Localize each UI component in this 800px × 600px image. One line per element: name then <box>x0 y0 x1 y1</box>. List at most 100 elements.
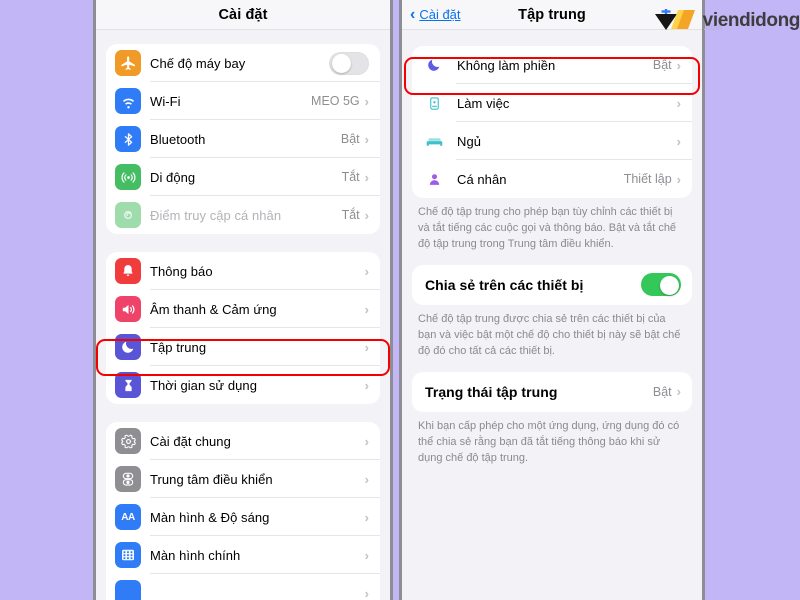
person-icon <box>425 170 443 188</box>
sidebar-item-screen-time[interactable]: Thời gian sử dụng › <box>106 366 380 404</box>
toggle-knob <box>659 275 679 295</box>
airplane-mode-toggle[interactable] <box>329 51 369 75</box>
chevron-right-icon: › <box>364 131 369 147</box>
sidebar-item-hotspot[interactable]: Điểm truy cập cá nhân Tắt › <box>106 196 380 234</box>
sidebar-item-label: Trung tâm điều khiển <box>150 471 273 487</box>
settings-group-general: Cài đặt chung › Trung tâm điều khiển › A… <box>106 422 380 600</box>
chevron-right-icon: › <box>364 301 369 317</box>
sidebar-item-label: Tập trung <box>150 339 207 355</box>
focus-note-3: Khi bạn cấp phép cho một ứng dụng, ứng d… <box>418 419 680 464</box>
sidebar-item-label: Di động <box>150 169 196 185</box>
sidebar-item-general[interactable]: Cài đặt chung › <box>106 422 380 460</box>
hotspot-value: Tắt <box>341 208 360 222</box>
work-badge-icon <box>425 94 443 112</box>
chevron-right-icon: › <box>364 169 369 185</box>
sidebar-item-label: Điểm truy cập cá nhân <box>150 207 282 223</box>
back-button[interactable]: ‹ Cài đặt <box>410 5 461 23</box>
left-nav-title: Cài đặt <box>218 6 268 23</box>
left-settings-list[interactable]: Chế độ máy bay Wi-Fi MEO 5G › Bluetooth … <box>96 44 390 600</box>
chevron-right-icon: › <box>364 471 369 487</box>
focus-item-label: Cá nhân <box>457 171 507 187</box>
watermark-brand: viendidong .com <box>703 11 800 32</box>
share-across-devices-group: Chia sẻ trên các thiết bị <box>412 264 692 305</box>
focus-status-group: Trạng thái tập trung Bật › <box>412 371 692 412</box>
focus-status-row[interactable]: Trạng thái tập trung Bật › <box>412 372 692 412</box>
cellular-icon <box>115 164 141 190</box>
sidebar-item-label: Chế độ máy bay <box>150 55 246 71</box>
chevron-left-icon: ‹ <box>410 5 416 23</box>
viendidong-logo-icon <box>652 3 700 37</box>
sidebar-item-sounds-haptics[interactable]: Âm thanh & Cảm ứng › <box>106 290 380 328</box>
focus-item-value: Thiết lập <box>623 172 672 186</box>
watermark-logo: viendidong .com <box>652 0 800 40</box>
screenshot-root: Cài đặt Chế độ máy bay Wi-Fi MEO 5G › Bl… <box>0 0 800 600</box>
display-brightness-icon: AA <box>115 504 141 530</box>
focus-settings-list[interactable]: Không làm phiền Bật › Làm việc › Ngủ › C… <box>402 46 702 468</box>
sidebar-item-control-center[interactable]: Trung tâm điều khiển › <box>106 460 380 498</box>
chevron-right-icon: › <box>364 433 369 449</box>
moon-icon <box>425 56 443 74</box>
sidebar-item-wifi[interactable]: Wi-Fi MEO 5G › <box>106 82 380 120</box>
share-across-devices-row[interactable]: Chia sẻ trên các thiết bị <box>412 265 692 305</box>
chevron-right-icon: › <box>364 207 369 223</box>
hourglass-icon <box>115 372 141 398</box>
hotspot-icon <box>115 202 141 228</box>
focus-item-personal[interactable]: Cá nhân Thiết lập › <box>412 160 692 198</box>
watermark-suffix: .com <box>703 22 723 32</box>
share-across-devices-toggle[interactable] <box>641 273 681 297</box>
chevron-right-icon: › <box>364 339 369 355</box>
back-button-label: Cài đặt <box>419 7 461 22</box>
right-phone-focus-screen: ‹ Cài đặt Tập trung Không làm phiền Bật … <box>399 0 705 600</box>
focus-item-work[interactable]: Làm việc › <box>412 84 692 122</box>
sidebar-item-label: Bluetooth <box>150 131 206 147</box>
sidebar-item-notifications[interactable]: Thông báo › <box>106 252 380 290</box>
bluetooth-value: Bật <box>340 132 360 146</box>
sidebar-item-partial-bottom[interactable]: › <box>106 574 380 600</box>
left-navbar: Cài đặt <box>96 0 390 30</box>
chevron-right-icon: › <box>364 585 369 600</box>
share-across-devices-label: Chia sẻ trên các thiết bị <box>425 276 584 293</box>
notification-bell-icon <box>115 258 141 284</box>
settings-group-connectivity: Chế độ máy bay Wi-Fi MEO 5G › Bluetooth … <box>106 44 380 234</box>
right-nav-title: Tập trung <box>518 6 586 23</box>
chevron-right-icon: › <box>676 171 681 187</box>
chevron-right-icon: › <box>364 377 369 393</box>
focus-item-label: Làm việc <box>457 95 510 111</box>
focus-moon-icon <box>115 334 141 360</box>
chevron-right-icon: › <box>364 93 369 109</box>
focus-item-value: Bật <box>652 58 672 72</box>
bed-icon <box>425 132 443 150</box>
gear-icon <box>115 428 141 454</box>
chevron-right-icon: › <box>676 384 681 400</box>
focus-item-label: Không làm phiền <box>457 57 556 73</box>
chevron-right-icon: › <box>676 95 681 111</box>
sidebar-item-label: Thông báo <box>150 263 213 279</box>
sidebar-item-cellular[interactable]: Di động Tắt › <box>106 158 380 196</box>
chevron-right-icon: › <box>364 263 369 279</box>
sidebar-item-label: Âm thanh & Cảm ứng <box>150 301 277 317</box>
chevron-right-icon: › <box>364 547 369 563</box>
focus-item-sleep[interactable]: Ngủ › <box>412 122 692 160</box>
sidebar-item-label: Màn hình chính <box>150 547 241 563</box>
toggle-knob <box>331 54 351 73</box>
wifi-value: MEO 5G <box>311 94 360 108</box>
sidebar-item-label: Cài đặt chung <box>150 433 231 449</box>
sidebar-item-display-brightness[interactable]: AA Màn hình & Độ sáng › <box>106 498 380 536</box>
focus-item-do-not-disturb[interactable]: Không làm phiền Bật › <box>412 46 692 84</box>
sidebar-item-bluetooth[interactable]: Bluetooth Bật › <box>106 120 380 158</box>
airplane-icon <box>115 50 141 76</box>
settings-group-notifications: Thông báo › Âm thanh & Cảm ứng › Tập tru… <box>106 252 380 404</box>
chevron-right-icon: › <box>364 509 369 525</box>
sidebar-item-label: Wi-Fi <box>150 93 181 109</box>
sidebar-item-airplane-mode[interactable]: Chế độ máy bay <box>106 44 380 82</box>
focus-item-label: Ngủ <box>457 133 481 149</box>
sidebar-item-focus[interactable]: Tập trung › <box>106 328 380 366</box>
home-screen-icon <box>115 542 141 568</box>
sidebar-item-label: Thời gian sử dụng <box>150 377 257 393</box>
focus-note-1: Chế độ tập trung cho phép bạn tùy chỉnh … <box>418 206 677 250</box>
sidebar-item-home-screen[interactable]: Màn hình chính › <box>106 536 380 574</box>
sidebar-item-label: Màn hình & Độ sáng <box>150 509 270 525</box>
cellular-value: Tắt <box>341 170 360 184</box>
chevron-right-icon: › <box>676 133 681 149</box>
bluetooth-icon <box>115 126 141 152</box>
